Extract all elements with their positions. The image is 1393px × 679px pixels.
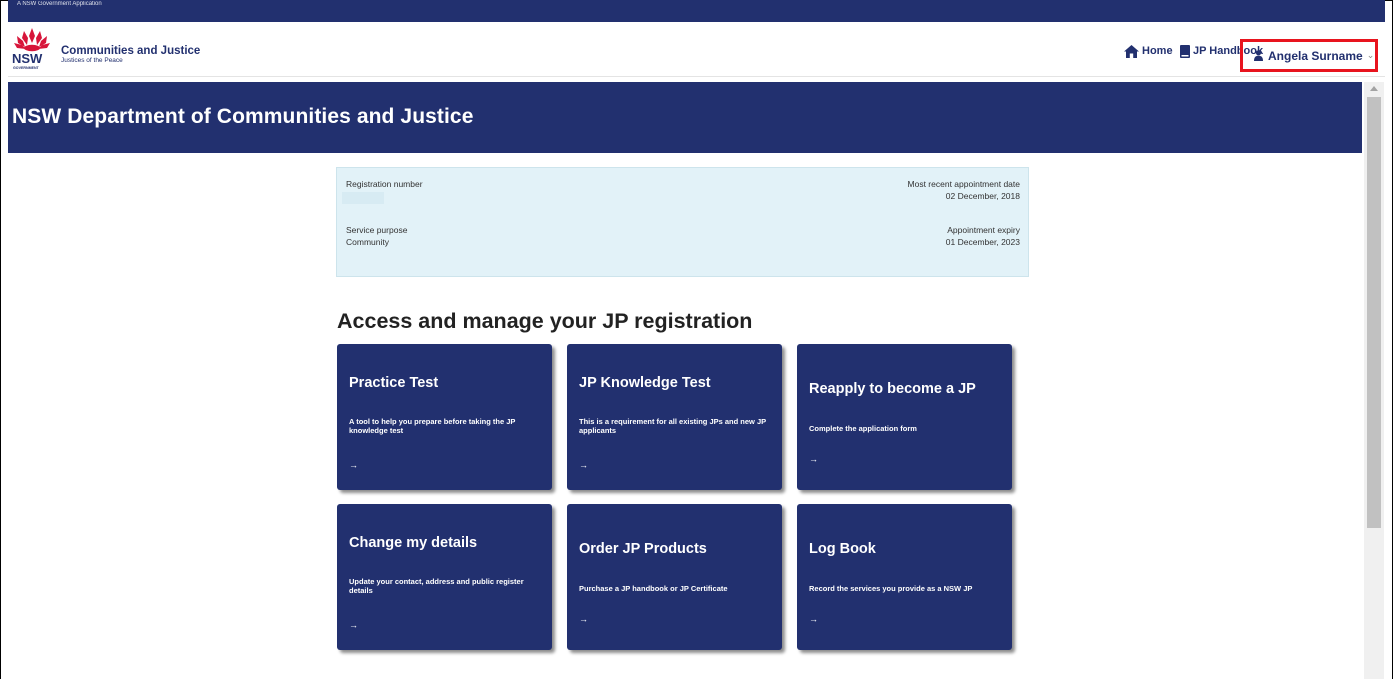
brand-subtitle: Justices of the Peace <box>61 57 123 64</box>
registration-number-value <box>342 192 384 204</box>
registration-number-label: Registration number <box>346 179 423 189</box>
card-title: Change my details <box>349 535 478 551</box>
card-description: Record the services you provide as a NSW… <box>809 584 973 593</box>
card-title: Practice Test <box>349 375 439 391</box>
service-purpose-label: Service purpose <box>346 225 408 235</box>
page-title: NSW Department of Communities and Justic… <box>12 105 474 128</box>
card-description: A tool to help you prepare before taking… <box>349 417 516 435</box>
card-title: Reapply to become a JP <box>809 381 976 397</box>
user-icon <box>1254 50 1263 61</box>
government-strip-text: A NSW Government Application <box>17 1 102 7</box>
arrow-right-icon: → <box>579 614 588 624</box>
card-practice-test[interactable]: Practice Test A tool to help you prepare… <box>337 344 552 490</box>
card-description: Update your contact, address and public … <box>349 577 524 595</box>
appointment-expiry-label: Appointment expiry <box>947 225 1020 235</box>
scroll-up-arrow-icon[interactable] <box>1370 86 1378 91</box>
arrow-right-icon: → <box>349 620 358 630</box>
home-icon <box>1124 44 1139 58</box>
arrow-right-icon: → <box>809 454 818 464</box>
vertical-scrollbar[interactable] <box>1364 82 1384 679</box>
nsw-waratah-logo[interactable]: NSW GOVERNMENT <box>11 26 53 70</box>
user-name: Angela Surname <box>1268 48 1363 63</box>
card-title: Log Book <box>809 541 876 557</box>
card-jp-knowledge-test[interactable]: JP Knowledge Test This is a requirement … <box>567 344 782 490</box>
card-title: Order JP Products <box>579 541 707 557</box>
card-log-book[interactable]: Log Book Record the services you provide… <box>797 504 1012 650</box>
card-title: JP Knowledge Test <box>579 375 711 391</box>
nav-home-label: Home <box>1142 45 1173 57</box>
card-reapply-jp[interactable]: Reapply to become a JP Complete the appl… <box>797 344 1012 490</box>
card-description: This is a requirement for all existing J… <box>579 417 767 435</box>
recent-appointment-value: 02 December, 2018 <box>945 191 1020 201</box>
user-menu-button[interactable]: Angela Surname ⌄ <box>1240 39 1378 72</box>
registration-info-panel: Registration number Most recent appointm… <box>336 167 1029 277</box>
recent-appointment-label: Most recent appointment date <box>907 179 1020 189</box>
nav-home-link[interactable]: Home <box>1124 43 1173 59</box>
card-change-my-details[interactable]: Change my details Update your contact, a… <box>337 504 552 650</box>
site-header: NSW GOVERNMENT Communities and Justice J… <box>8 22 1385 77</box>
page-banner: NSW Department of Communities and Justic… <box>8 82 1362 153</box>
chevron-down-icon: ⌄ <box>1366 50 1375 60</box>
section-title: Access and manage your JP registration <box>337 309 753 333</box>
svg-text:GOVERNMENT: GOVERNMENT <box>13 66 40 70</box>
svg-text:NSW: NSW <box>12 51 43 66</box>
arrow-right-icon: → <box>809 614 818 624</box>
brand-title[interactable]: Communities and Justice <box>61 45 200 57</box>
appointment-expiry-value: 01 December, 2023 <box>945 237 1020 247</box>
arrow-right-icon: → <box>349 460 358 470</box>
government-strip: A NSW Government Application <box>8 0 1385 22</box>
card-description: Purchase a JP handbook or JP Certificate <box>579 584 728 593</box>
service-purpose-value: Community <box>346 237 389 247</box>
arrow-right-icon: → <box>579 460 588 470</box>
card-order-jp-products[interactable]: Order JP Products Purchase a JP handbook… <box>567 504 782 650</box>
card-description: Complete the application form <box>809 424 917 433</box>
scrollbar-thumb[interactable] <box>1367 97 1381 528</box>
book-icon <box>1180 44 1190 58</box>
